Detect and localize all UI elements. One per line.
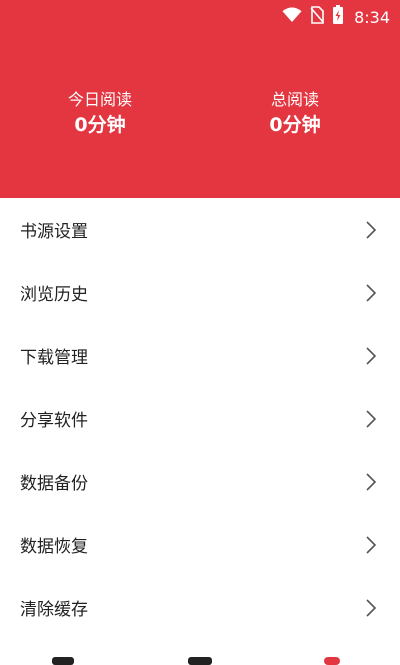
chevron-right-icon bbox=[364, 535, 378, 555]
menu-item-label: 下载管理 bbox=[20, 348, 88, 368]
menu-item-label: 清除缓存 bbox=[20, 600, 88, 620]
total-reading-stat: 总阅读 0分钟 bbox=[190, 88, 400, 138]
menu-item-download-manager[interactable]: 下载管理 bbox=[0, 324, 400, 387]
menu-item-label: 数据备份 bbox=[20, 474, 88, 494]
status-bar: 8:34 bbox=[0, 0, 400, 32]
settings-menu: 书源设置 浏览历史 下载管理 分享软件 数据备份 数据恢复 清除缓存 bbox=[0, 198, 400, 639]
chevron-right-icon bbox=[364, 472, 378, 492]
bottom-nav-icon-center[interactable] bbox=[188, 657, 212, 665]
status-time: 8:34 bbox=[354, 7, 390, 27]
bottom-nav-peek bbox=[0, 653, 400, 665]
menu-item-browse-history[interactable]: 浏览历史 bbox=[0, 261, 400, 324]
menu-item-label: 分享软件 bbox=[20, 411, 88, 431]
total-reading-label: 总阅读 bbox=[270, 90, 319, 109]
no-sim-icon bbox=[310, 6, 324, 28]
chevron-right-icon bbox=[364, 346, 378, 366]
chevron-right-icon bbox=[364, 409, 378, 429]
today-reading-label: 今日阅读 bbox=[67, 90, 132, 109]
chevron-right-icon bbox=[364, 598, 378, 618]
wifi-icon bbox=[282, 7, 302, 27]
battery-charging-icon bbox=[332, 5, 344, 29]
menu-item-source-settings[interactable]: 书源设置 bbox=[0, 198, 400, 261]
menu-item-data-backup[interactable]: 数据备份 bbox=[0, 450, 400, 513]
reading-stats-header: 8:34 今日阅读 0分钟 总阅读 0分钟 bbox=[0, 0, 400, 198]
bottom-nav-icon-left[interactable] bbox=[52, 657, 74, 665]
menu-item-clear-cache[interactable]: 清除缓存 bbox=[0, 576, 400, 639]
menu-item-label: 数据恢复 bbox=[20, 537, 88, 557]
today-reading-value: 0分钟 bbox=[74, 114, 126, 136]
menu-item-label: 浏览历史 bbox=[20, 285, 88, 305]
menu-item-data-restore[interactable]: 数据恢复 bbox=[0, 513, 400, 576]
today-reading-stat: 今日阅读 0分钟 bbox=[0, 88, 200, 138]
menu-item-share-app[interactable]: 分享软件 bbox=[0, 387, 400, 450]
bottom-nav-icon-right[interactable] bbox=[324, 657, 340, 665]
total-reading-value: 0分钟 bbox=[269, 114, 321, 136]
chevron-right-icon bbox=[364, 220, 378, 240]
chevron-right-icon bbox=[364, 283, 378, 303]
menu-item-label: 书源设置 bbox=[20, 222, 88, 242]
